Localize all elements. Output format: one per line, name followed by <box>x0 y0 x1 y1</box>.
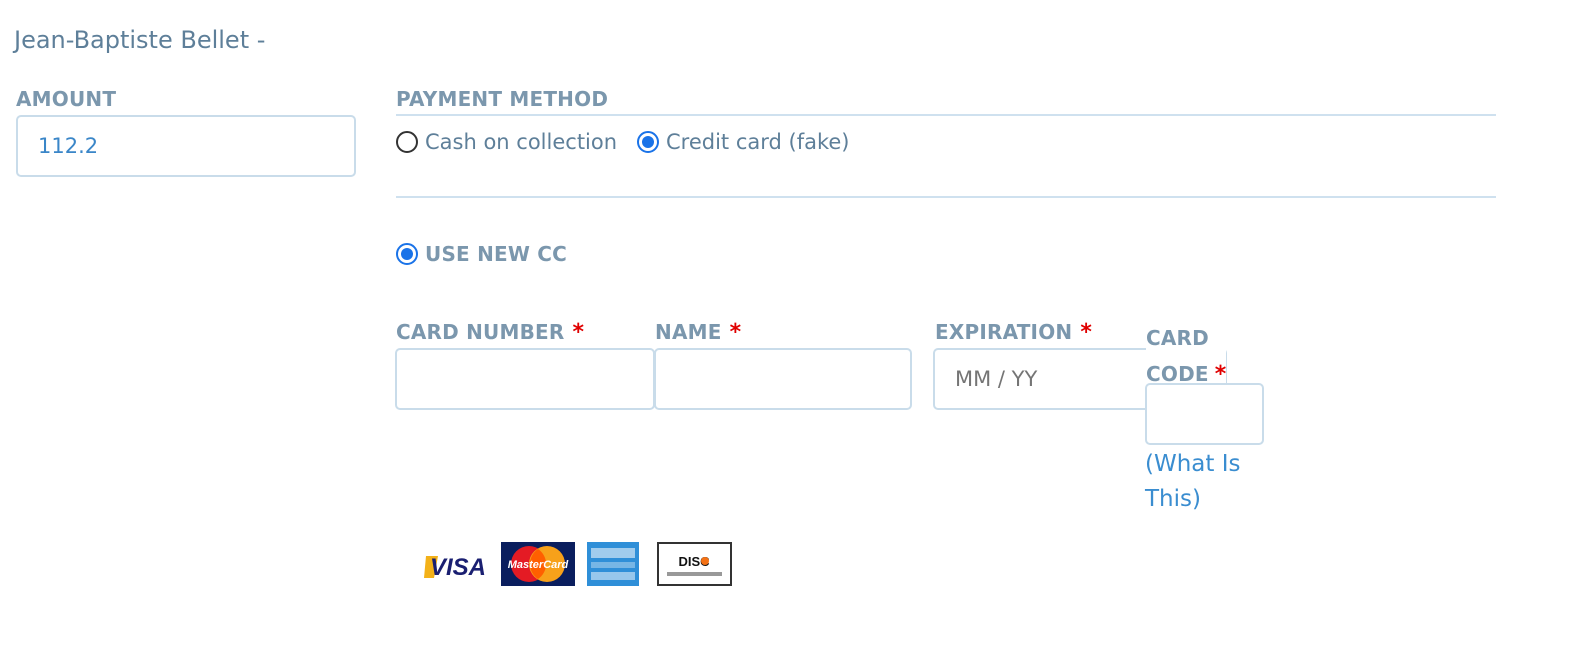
payment-option-credit-card[interactable]: Credit card (fake) <box>637 130 850 154</box>
use-new-cc-radio[interactable] <box>396 243 418 265</box>
card-number-label: CARD NUMBER * <box>396 320 584 345</box>
name-label: NAME * <box>655 320 741 345</box>
expiration-label-text: EXPIRATION <box>935 320 1073 344</box>
card-number-label-text: CARD NUMBER <box>396 320 565 344</box>
use-new-cc-option[interactable]: USE NEW CC <box>396 242 567 266</box>
amount-label: AMOUNT <box>16 87 117 111</box>
card-code-input[interactable] <box>1145 383 1264 445</box>
payment-method-label: PAYMENT METHOD <box>396 87 609 111</box>
card-number-input[interactable] <box>395 348 655 410</box>
what-is-this-line1: (What Is <box>1145 451 1241 477</box>
payment-method-divider-top <box>396 114 1496 116</box>
svg-text:MasterCard: MasterCard <box>508 559 569 571</box>
amex-logo-icon <box>585 542 641 586</box>
payment-option-cash[interactable]: Cash on collection <box>396 130 617 154</box>
required-asterisk: * <box>1080 320 1093 345</box>
name-label-text: NAME <box>655 320 722 344</box>
card-code-label-line1: CARD <box>1146 326 1209 350</box>
credit-card-radio[interactable] <box>637 131 659 153</box>
payment-method-divider-bottom <box>396 196 1496 198</box>
cash-radio[interactable] <box>396 131 418 153</box>
visa-logo-icon: VISA <box>424 542 492 586</box>
what-is-this-line2: This) <box>1145 486 1201 512</box>
required-asterisk: * <box>729 320 742 345</box>
svg-text:VISA: VISA <box>430 554 486 581</box>
expiration-label: EXPIRATION * <box>935 320 1092 345</box>
mastercard-logo-icon: MasterCard <box>501 542 575 586</box>
required-asterisk: * <box>572 320 585 345</box>
cash-radio-label: Cash on collection <box>425 130 618 154</box>
discover-logo-icon: DISC <box>657 542 732 586</box>
credit-card-radio-label: Credit card (fake) <box>666 130 850 154</box>
customer-name: Jean-Baptiste Bellet - <box>14 26 266 54</box>
amount-input[interactable] <box>16 115 356 177</box>
use-new-cc-label: USE NEW CC <box>425 242 568 266</box>
what-is-this-link[interactable]: (What Is This) <box>1145 447 1265 517</box>
name-input[interactable] <box>654 348 912 410</box>
